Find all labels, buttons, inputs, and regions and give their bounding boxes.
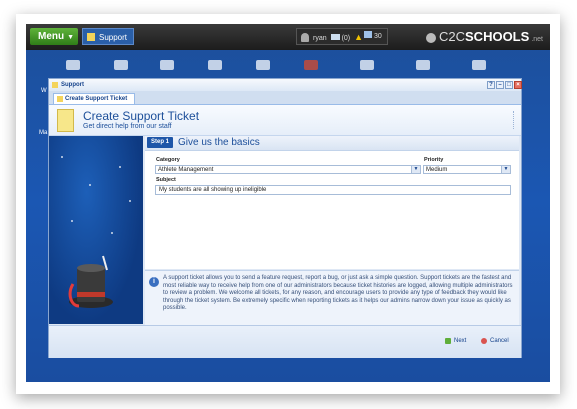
messages-count: (0)	[341, 35, 351, 42]
step-header: Step 1 Give us the basics	[145, 136, 519, 151]
sparkle	[71, 220, 73, 222]
cancel-label: Cancel	[490, 338, 509, 344]
support-window: Support ? – □ × Create Support Ticket Cr…	[48, 78, 522, 358]
maximize-icon[interactable]: □	[505, 81, 513, 89]
priority-select[interactable]: Medium ▼	[423, 165, 511, 174]
minimize-icon[interactable]: –	[496, 81, 504, 89]
window-footer: Next Cancel	[49, 325, 521, 358]
alerts-count: 30	[374, 33, 382, 40]
close-icon[interactable]: ×	[514, 81, 522, 89]
desktop-app-icon[interactable]	[66, 60, 80, 70]
sparkle	[111, 232, 113, 234]
sticky-note-icon	[57, 109, 74, 132]
logo-main: SCHOOLS	[465, 29, 530, 44]
support-icon	[52, 82, 58, 88]
site-logo: C2CSCHOOLS .net	[426, 27, 546, 47]
category-select[interactable]: Athlete Management ▼	[155, 165, 421, 174]
priority-label: Priority	[424, 157, 444, 163]
tab-bar: Create Support Ticket	[49, 91, 521, 105]
page-subtitle: Get direct help from our staff	[83, 123, 172, 130]
user-name: ryan	[313, 35, 327, 42]
sparkle	[61, 156, 63, 158]
desktop-app-icon[interactable]	[304, 60, 318, 70]
tab-label: Create Support Ticket	[65, 96, 128, 102]
logo-prefix: C2C	[439, 29, 466, 44]
help-icon[interactable]: ?	[487, 81, 495, 89]
sparkle	[119, 166, 121, 168]
desktop-app-icon[interactable]	[360, 60, 374, 70]
desktop-app-icon[interactable]	[114, 60, 128, 70]
desktop-app-icon[interactable]	[416, 60, 430, 70]
page-header: Create Support Ticket Get direct help fr…	[49, 105, 521, 136]
support-icon	[87, 33, 95, 41]
desktop-app-icon[interactable]	[160, 60, 174, 70]
taskbar-support-label: Support	[99, 33, 128, 42]
cancel-icon	[481, 338, 487, 344]
top-bar: Menu ▼ Support ryan (0) ▲ 30 C2CSCHOOLS .n…	[26, 24, 550, 50]
step-badge: Step 1	[147, 137, 173, 148]
info-text: A support ticket allows you to send a fe…	[163, 275, 513, 311]
warning-icon[interactable]: ▲	[354, 32, 363, 42]
cancel-button[interactable]: Cancel	[481, 336, 515, 346]
tab-create-support-ticket[interactable]: Create Support Ticket	[53, 93, 135, 104]
desktop: Menu ▼ Support ryan (0) ▲ 30 C2CSCHOOLS .n…	[26, 24, 550, 382]
page-title: Create Support Ticket	[83, 109, 200, 123]
next-button[interactable]: Next	[445, 336, 473, 346]
menu-button[interactable]: Menu ▼	[30, 28, 78, 45]
desktop-icon-row	[42, 60, 542, 74]
magic-hat-icon	[68, 255, 113, 308]
chevron-down-icon: ▼	[67, 34, 75, 41]
user-icon	[301, 33, 309, 42]
desktop-label-ma: Ma	[39, 130, 48, 136]
info-box: i A support ticket allows you to send a …	[145, 270, 519, 325]
trophy-icon	[426, 32, 436, 43]
step-title: Give us the basics	[178, 137, 260, 148]
sparkle	[129, 200, 131, 202]
desktop-app-icon[interactable]	[472, 60, 486, 70]
window-titlebar[interactable]: Support ? – □ ×	[49, 79, 522, 91]
calendar-icon	[364, 31, 372, 38]
category-value: Athlete Management	[158, 167, 214, 173]
priority-value: Medium	[426, 167, 448, 173]
ticket-form: Category Athlete Management ▼ Priority M…	[145, 151, 519, 269]
subject-value: My students are all showing up ineligibl…	[159, 187, 267, 193]
sparkle	[89, 184, 91, 186]
chevron-down-icon[interactable]: ▼	[501, 166, 510, 173]
screenshot-frame: Menu ▼ Support ryan (0) ▲ 30 C2CSCHOOLS .n…	[16, 14, 560, 394]
menu-label: Menu	[38, 31, 65, 42]
window-title: Support	[61, 82, 84, 88]
logo-suffix: .net	[531, 36, 543, 43]
ticket-icon	[57, 96, 63, 102]
resize-grip[interactable]	[513, 111, 517, 129]
desktop-app-icon[interactable]	[208, 60, 222, 70]
desktop-label-w: W	[41, 88, 47, 94]
alerts-counter[interactable]: 30	[364, 28, 394, 45]
taskbar-support-button[interactable]: Support	[82, 28, 134, 45]
arrow-right-icon	[445, 338, 451, 344]
chevron-down-icon[interactable]: ▼	[411, 166, 420, 173]
illustration-panel	[49, 136, 143, 324]
category-label: Category	[156, 157, 180, 163]
subject-input[interactable]: My students are all showing up ineligibl…	[155, 185, 511, 195]
subject-label: Subject	[156, 177, 176, 183]
mail-icon[interactable]	[330, 34, 340, 40]
info-icon: i	[149, 277, 159, 287]
next-label: Next	[454, 338, 467, 344]
desktop-app-icon[interactable]	[256, 60, 270, 70]
